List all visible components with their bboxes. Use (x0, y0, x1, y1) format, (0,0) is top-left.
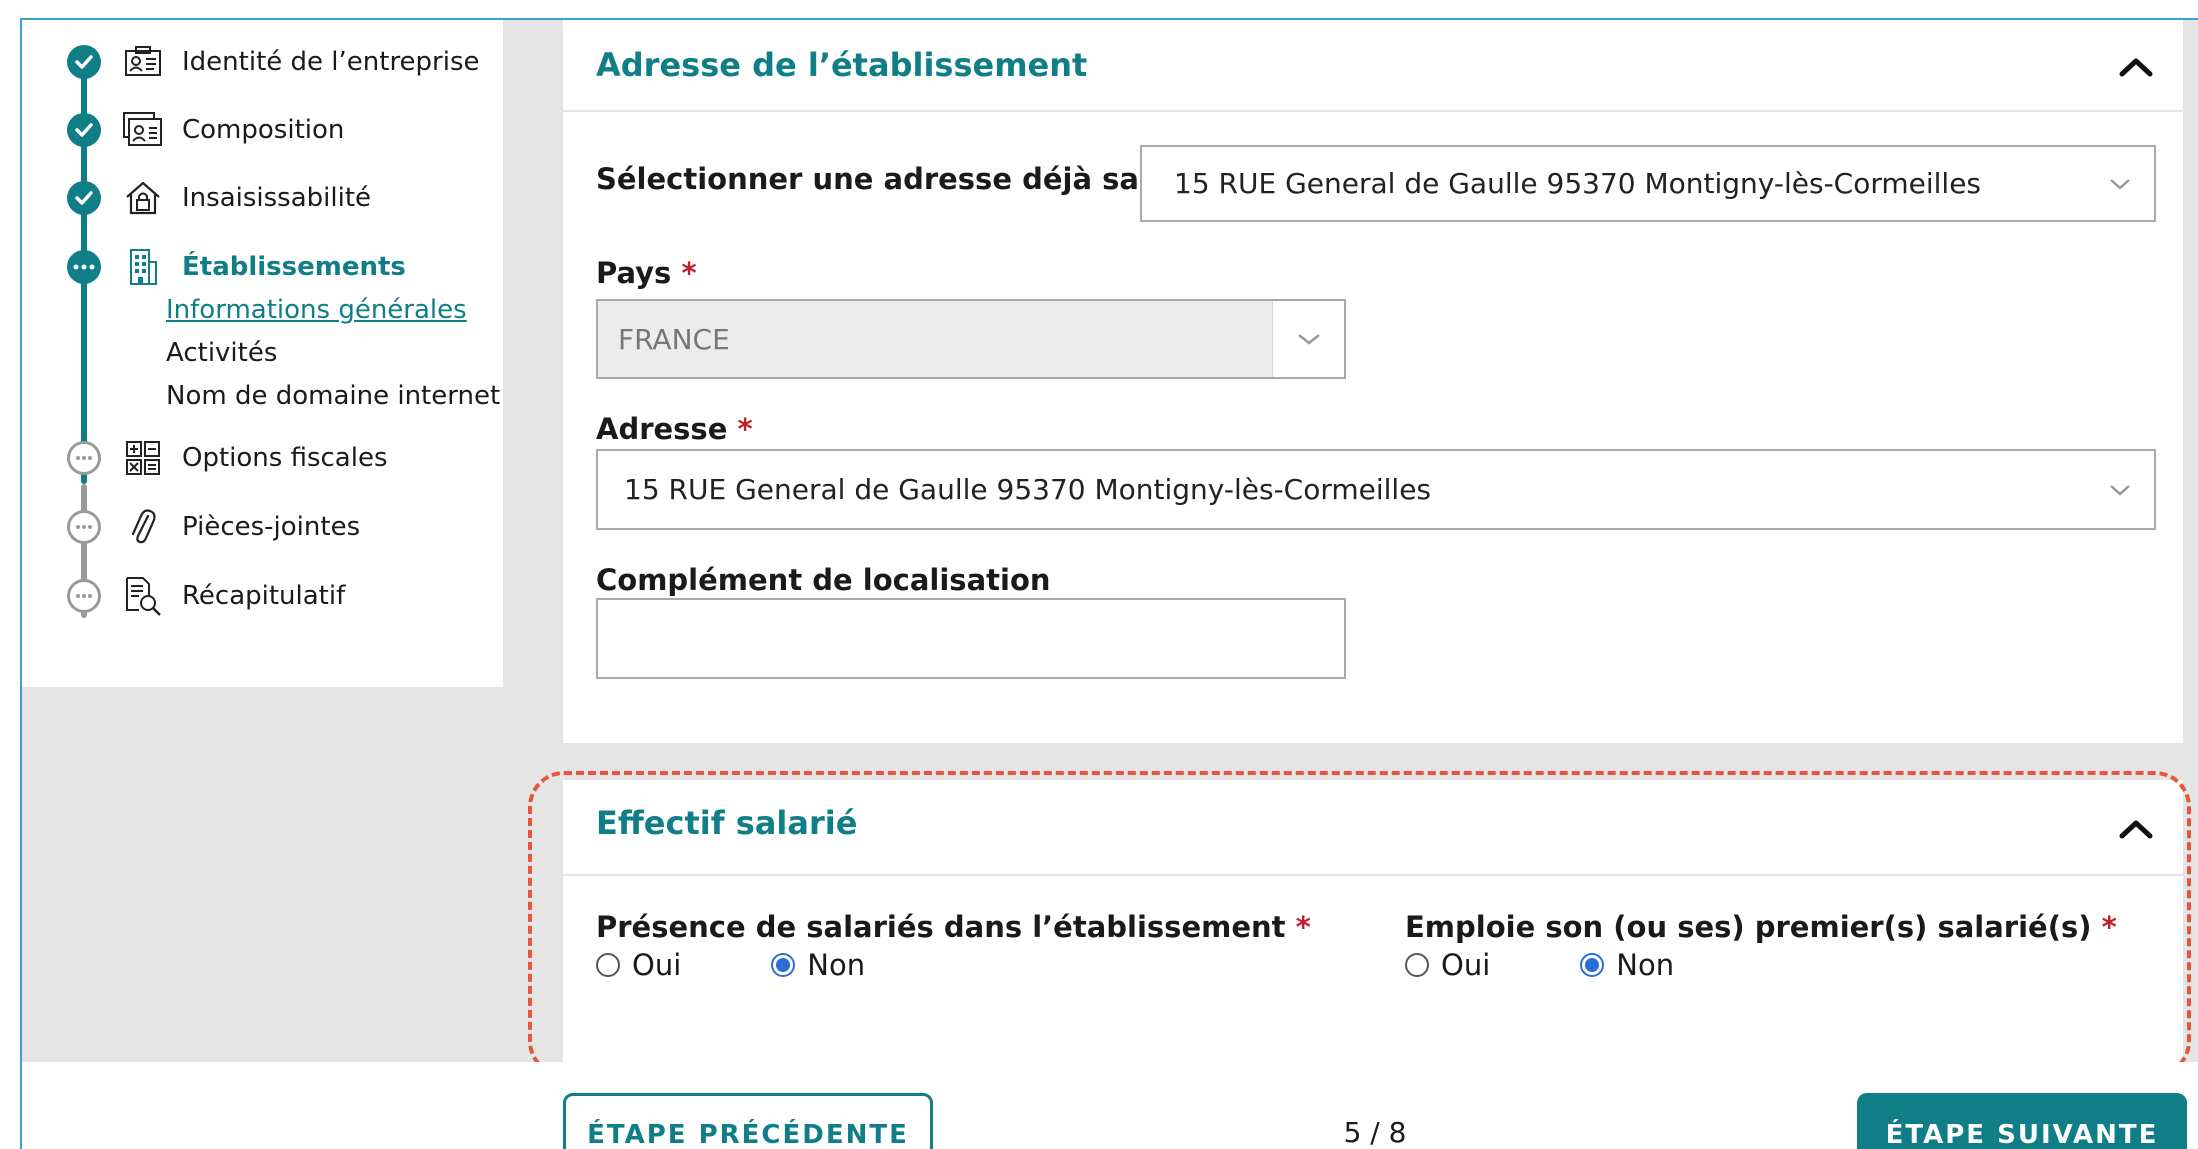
id-card-icon (122, 41, 164, 83)
complement-label: Complément de localisation (596, 563, 1051, 597)
presence-radio-group: Oui Non (596, 948, 955, 982)
house-lock-icon (122, 177, 164, 219)
pending-icon (67, 579, 101, 613)
check-icon (67, 45, 101, 79)
check-icon (67, 113, 101, 147)
document-search-icon (122, 575, 164, 617)
radio-checked-icon (771, 953, 796, 977)
first-employee-option-oui[interactable]: Oui (1405, 948, 1490, 982)
saved-address-label: Sélectionner une adresse déjà saisie : (596, 162, 1218, 196)
complement-input[interactable] (596, 598, 1346, 679)
country-label: Pays * (596, 256, 697, 290)
paperclip-icon (122, 506, 164, 548)
presence-oui-label: Oui (632, 948, 682, 982)
building-icon (122, 246, 164, 288)
required-mark: * (1295, 910, 1311, 944)
chevron-up-icon (2119, 58, 2153, 77)
substep-informations-generales[interactable]: Informations générales (166, 295, 467, 325)
step-pieces-jointes[interactable]: Pièces-jointes (22, 499, 503, 555)
presence-option-oui[interactable]: Oui (596, 948, 681, 982)
first-employee-option-non[interactable]: Non (1580, 948, 1674, 982)
staff-panel: Effectif salarié Présence de salariés da… (563, 780, 2183, 1062)
step-label-insaisissabilite: Insaisissabilité (182, 183, 372, 213)
collapse-staff-button[interactable] (2113, 806, 2159, 852)
step-label-etablissements: Établissements (182, 252, 406, 282)
address-label: Adresse * (596, 412, 753, 446)
check-icon (67, 181, 101, 215)
required-mark: * (2101, 910, 2117, 944)
pending-icon (67, 441, 101, 475)
step-label-identite: Identité de l’entreprise (182, 47, 480, 77)
first-employee-radio-group: Oui Non (1405, 948, 1764, 982)
calculator-icon (122, 437, 164, 479)
first-employee-oui-label: Oui (1441, 948, 1491, 982)
presence-label: Présence de salariés dans l’établissemen… (596, 910, 1311, 944)
radio-checked-icon (1580, 953, 1605, 977)
country-select[interactable]: FRANCE (596, 299, 1346, 379)
step-label-options-fiscales: Options fiscales (182, 443, 388, 473)
chevron-down-icon (1297, 334, 1320, 345)
radio-unchecked-icon (1405, 953, 1429, 977)
address-select[interactable]: 15 RUE General de Gaulle 95370 Montigny-… (596, 449, 2156, 530)
step-label-composition: Composition (182, 115, 345, 145)
stepper-sidebar: Identité de l’entreprise Composition Ins… (22, 20, 503, 687)
presence-option-non[interactable]: Non (771, 948, 865, 982)
address-panel-title: Adresse de l’établissement (596, 46, 1088, 84)
country-dropdown-toggle[interactable] (1272, 301, 1344, 377)
step-options-fiscales[interactable]: Options fiscales (22, 430, 503, 486)
chevron-down-icon (2110, 484, 2130, 496)
required-mark: * (681, 256, 697, 290)
first-employee-non-label: Non (1616, 948, 1675, 982)
step-identite[interactable]: Identité de l’entreprise (22, 34, 503, 90)
address-panel-header: Adresse de l’établissement (563, 20, 2183, 112)
staff-panel-title: Effectif salarié (596, 804, 858, 842)
staff-panel-header: Effectif salarié (563, 780, 2183, 876)
substep-activites[interactable]: Activités (166, 338, 277, 368)
pending-icon (67, 510, 101, 544)
address-panel: Adresse de l’établissement Sélectionner … (563, 20, 2183, 743)
people-card-icon (122, 109, 164, 151)
collapse-address-button[interactable] (2113, 44, 2159, 90)
step-composition[interactable]: Composition (22, 102, 503, 158)
first-employee-label: Emploie son (ou ses) premier(s) salarié(… (1405, 910, 2117, 944)
next-step-button[interactable]: ÉTAPE SUIVANTE (1857, 1093, 2187, 1149)
step-insaisissabilite[interactable]: Insaisissabilité (22, 170, 503, 226)
in-progress-icon (67, 250, 101, 284)
step-pager: 5 / 8 (1343, 1116, 1407, 1149)
chevron-down-icon (2110, 178, 2130, 190)
address-value: 15 RUE General de Gaulle 95370 Montigny-… (624, 473, 1432, 506)
step-recapitulatif[interactable]: Récapitulatif (22, 568, 503, 624)
step-label-pieces-jointes: Pièces-jointes (182, 512, 361, 542)
previous-step-button[interactable]: ÉTAPE PRÉCÉDENTE (563, 1093, 933, 1149)
saved-address-select[interactable]: 15 RUE General de Gaulle 95370 Montigny-… (1140, 145, 2156, 222)
country-value: FRANCE (618, 322, 730, 356)
step-etablissements[interactable]: Établissements (22, 239, 503, 295)
presence-non-label: Non (807, 948, 866, 982)
chevron-up-icon (2119, 820, 2153, 839)
radio-unchecked-icon (596, 953, 620, 977)
step-label-recapitulatif: Récapitulatif (182, 581, 346, 611)
required-mark: * (737, 412, 753, 446)
substep-nom-de-domaine[interactable]: Nom de domaine internet (166, 381, 500, 411)
saved-address-value: 15 RUE General de Gaulle 95370 Montigny-… (1174, 167, 1982, 200)
